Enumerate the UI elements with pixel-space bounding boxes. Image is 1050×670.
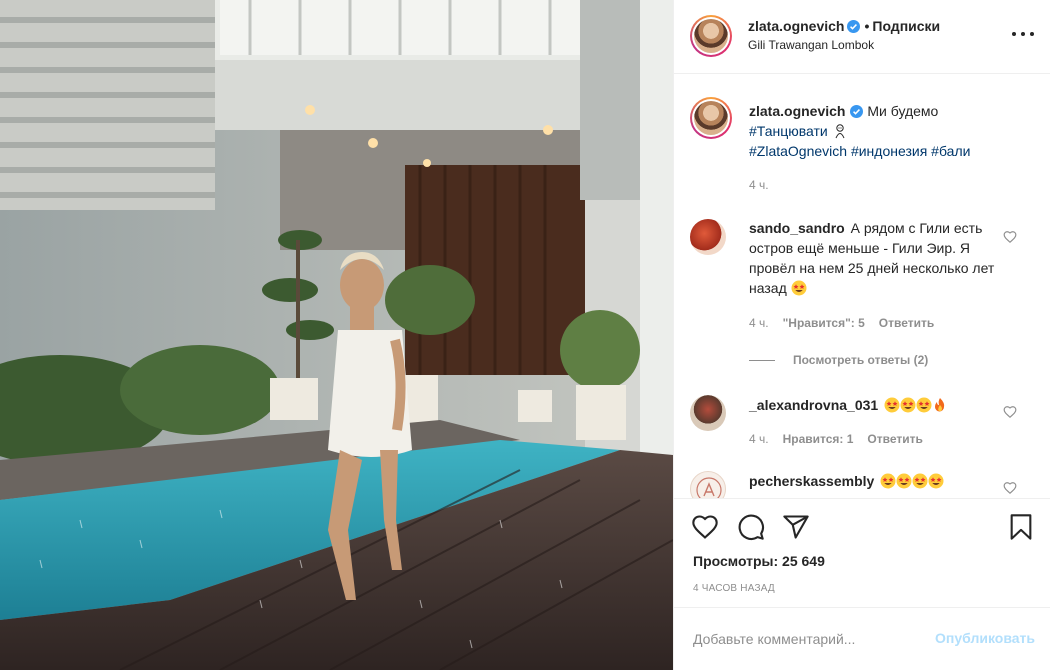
commenter-avatar[interactable] xyxy=(690,219,726,255)
star-eyes-emoji xyxy=(791,280,807,296)
author-avatar[interactable] xyxy=(690,15,732,57)
comment-username[interactable]: _alexandrovna_031 xyxy=(749,397,878,413)
publish-button[interactable]: Опубликовать xyxy=(935,630,1035,646)
like-comment-icon[interactable] xyxy=(1003,481,1017,495)
caption-username[interactable]: zlata.ognevich xyxy=(749,103,845,119)
reply-button[interactable]: Ответить xyxy=(879,316,934,330)
assembly-logo-icon xyxy=(696,477,722,498)
header-user-line: zlata.ognevich • Подписки xyxy=(748,18,940,34)
caption-avatar[interactable] xyxy=(690,97,732,139)
like-heart-icon[interactable] xyxy=(691,513,719,541)
caption-time[interactable]: 4 ч. xyxy=(749,178,769,192)
replies-line xyxy=(749,360,775,362)
star-eyes-emoji xyxy=(884,397,900,413)
fire-emoji xyxy=(935,398,945,412)
comments-list[interactable]: zlata.ognevich Ми будемо #Танцювати #Zla… xyxy=(674,75,1050,498)
star-eyes-emoji xyxy=(900,397,916,413)
more-options-icon[interactable] xyxy=(1012,26,1034,42)
comment-body: sando_sandro А рядом с Гили есть остров … xyxy=(749,218,997,298)
comment-emojis xyxy=(884,397,948,413)
commenter-avatar[interactable] xyxy=(690,471,726,498)
hashtag-link[interactable]: #Танцювати xyxy=(749,123,828,139)
comment-likes[interactable]: Нравится: 1 xyxy=(783,432,854,446)
comment-meta: 4 ч. Нравится: 1 Ответить xyxy=(749,432,937,446)
view-replies-button[interactable]: Посмотреть ответы (2) xyxy=(749,353,928,367)
hashtag-link[interactable]: #ZlataOgnevich xyxy=(749,143,847,159)
comment-body: _alexandrovna_031 xyxy=(749,395,997,415)
post-actions: Просмотры: 25 649 4 ЧАСОВ НАЗАД xyxy=(674,498,1050,606)
add-comment-bar: Опубликовать xyxy=(674,607,1050,670)
comment-time[interactable]: 4 ч. xyxy=(749,432,769,446)
comment-emojis xyxy=(880,473,944,489)
reply-button[interactable]: Ответить xyxy=(867,432,922,446)
comment-bubble-icon[interactable] xyxy=(737,513,765,541)
verified-badge-icon xyxy=(850,105,864,118)
like-comment-icon[interactable] xyxy=(1003,405,1017,419)
post-time[interactable]: 4 ЧАСОВ НАЗАД xyxy=(693,583,775,594)
post-video[interactable] xyxy=(0,0,673,670)
star-eyes-emoji xyxy=(928,473,944,489)
comment-username[interactable]: sando_sandro xyxy=(749,220,845,236)
instagram-post-dialog: zlata.ognevich • Подписки Gili Trawangan L… xyxy=(0,0,1050,670)
caption-text: Ми будемо xyxy=(867,103,939,119)
star-eyes-emoji xyxy=(880,473,896,489)
post-location[interactable]: Gili Trawangan Lombok xyxy=(748,38,874,52)
star-eyes-emoji xyxy=(916,397,932,413)
following-button[interactable]: Подписки xyxy=(872,18,940,34)
views-count[interactable]: Просмотры: 25 649 xyxy=(693,553,825,569)
caption-meta: 4 ч. xyxy=(749,178,783,192)
star-eyes-emoji xyxy=(896,473,912,489)
save-bookmark-icon[interactable] xyxy=(1007,513,1035,541)
post-sidebar: zlata.ognevich • Подписки Gili Trawangan L… xyxy=(673,0,1050,670)
dancer-emoji xyxy=(835,124,845,139)
share-direct-icon[interactable] xyxy=(782,513,810,541)
comment-input[interactable] xyxy=(693,628,923,650)
verified-badge-icon xyxy=(847,20,861,33)
comment-username[interactable]: pecherskassembly xyxy=(749,473,874,489)
comment-likes[interactable]: "Нравится": 5 xyxy=(783,316,865,330)
caption-body: zlata.ognevich Ми будемо #Танцювати #Zla… xyxy=(749,101,997,161)
author-username[interactable]: zlata.ognevich xyxy=(748,18,844,34)
comment-meta: 4 ч. "Нравится": 5 Ответить xyxy=(749,316,948,330)
comment-body: pecherskassembly xyxy=(749,471,997,491)
hashtag-link[interactable]: #индонезия xyxy=(851,143,927,159)
like-comment-icon[interactable] xyxy=(1003,230,1017,244)
video-frame-illustration xyxy=(0,0,673,670)
comment-time[interactable]: 4 ч. xyxy=(749,316,769,330)
post-header: zlata.ognevich • Подписки Gili Trawangan L… xyxy=(674,0,1050,74)
star-eyes-emoji xyxy=(912,473,928,489)
separator-dot: • xyxy=(864,18,870,34)
commenter-avatar[interactable] xyxy=(690,395,726,431)
view-replies-label: Посмотреть ответы (2) xyxy=(793,353,929,367)
hashtag-link[interactable]: #бали xyxy=(931,143,970,159)
